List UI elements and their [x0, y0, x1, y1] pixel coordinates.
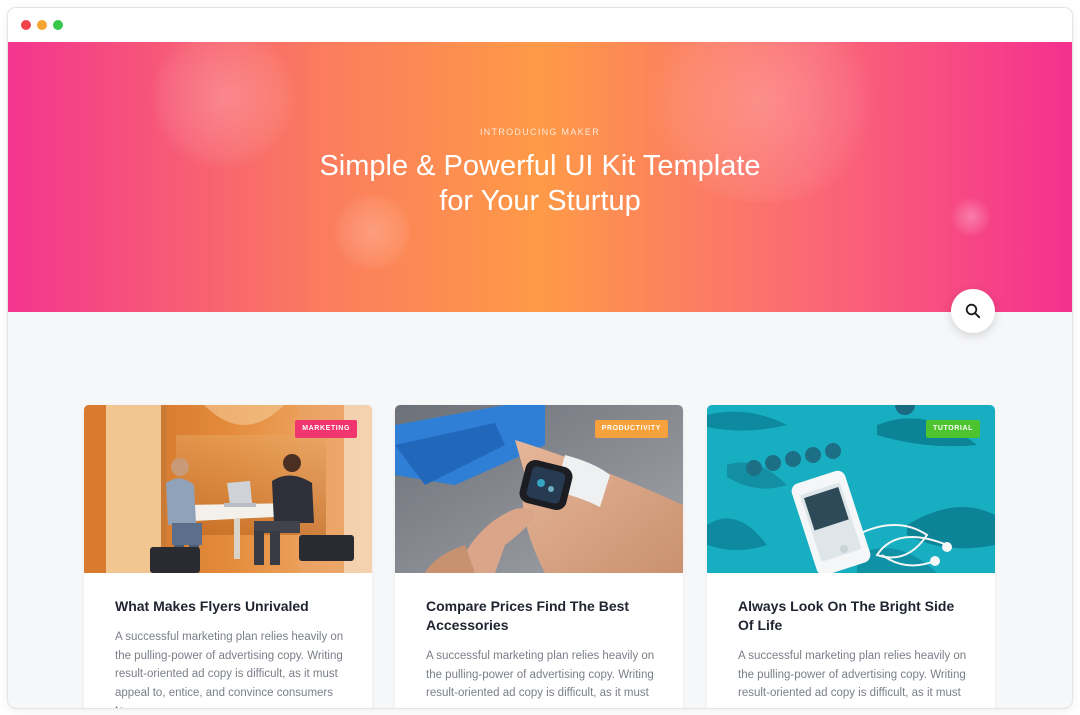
search-button[interactable]	[951, 289, 995, 333]
minimize-window-button[interactable]	[37, 20, 47, 30]
hero-title: Simple & Powerful UI Kit Template for Yo…	[8, 149, 1072, 219]
post-excerpt: A successful marketing plan relies heavi…	[115, 631, 344, 708]
post-card-image[interactable]: PRODUCTIVITY	[395, 405, 683, 573]
close-window-button[interactable]	[21, 20, 31, 30]
post-title[interactable]: What Makes Flyers Unrivaled	[115, 597, 345, 616]
post-card[interactable]: TUTORIAL Always Look On The Bright Side …	[707, 405, 995, 708]
post-card[interactable]: MARKETING What Makes Flyers Unrivaled A …	[84, 405, 372, 708]
hero-title-line: Simple & Powerful UI Kit Template	[319, 150, 761, 182]
post-title[interactable]: Compare Prices Find The Best Accessories	[426, 597, 656, 635]
browser-window: INTRODUCING MAKER Simple & Powerful UI K…	[8, 8, 1072, 708]
maximize-window-button[interactable]	[53, 20, 63, 30]
category-badge[interactable]: MARKETING	[295, 420, 357, 438]
post-excerpt: A successful marketing plan relies heavi…	[426, 650, 655, 699]
post-card-image[interactable]: MARKETING	[84, 405, 372, 573]
search-icon	[965, 303, 981, 319]
hero-banner: INTRODUCING MAKER Simple & Powerful UI K…	[8, 42, 1072, 312]
hero-title-line: for Your Sturtup	[439, 185, 641, 217]
post-excerpt: A successful marketing plan relies heavi…	[738, 650, 967, 699]
hero-eyebrow: INTRODUCING MAKER	[479, 127, 601, 137]
post-title[interactable]: Always Look On The Bright Side Of Life	[738, 597, 968, 635]
category-badge[interactable]: PRODUCTIVITY	[594, 420, 668, 438]
post-card-image[interactable]: TUTORIAL	[707, 405, 995, 573]
window-titlebar	[8, 8, 1072, 42]
post-card[interactable]: PRODUCTIVITY Compare Prices Find The Bes…	[395, 405, 683, 708]
category-badge[interactable]: TUTORIAL	[925, 420, 980, 438]
